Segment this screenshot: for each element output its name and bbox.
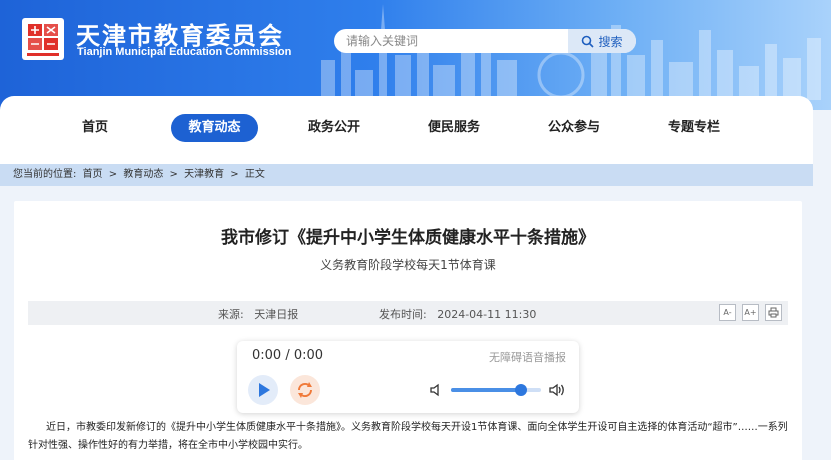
main-nav: 首页 教育动态 政务公开 便民服务 公众参与 专题专栏 — [0, 96, 813, 164]
nav-item-public-participation[interactable]: 公众参与 — [542, 114, 606, 142]
print-icon — [768, 307, 779, 318]
source-label: 来源: — [218, 308, 244, 321]
player-time: 0:00 / 0:00 — [252, 348, 324, 363]
search-button-label: 搜索 — [598, 34, 623, 49]
article-body: 近日，市教委印发新修订的《提升中小学生体质健康水平十条措施》。义务教育阶段学校每… — [28, 422, 788, 451]
date-value: 2024-04-11 11:30 — [437, 308, 537, 321]
source-value: 天津日报 — [254, 308, 299, 321]
font-increase-button[interactable]: A+ — [742, 304, 759, 321]
font-decrease-button[interactable]: A- — [719, 304, 736, 321]
nav-item-special-topics[interactable]: 专题专栏 — [662, 114, 726, 142]
volume-slider-thumb[interactable] — [515, 384, 528, 396]
volume-slider-fill — [451, 388, 522, 392]
nav-item-home[interactable]: 首页 — [72, 114, 118, 142]
volume-low-icon[interactable] — [429, 383, 443, 397]
print-button[interactable] — [765, 304, 782, 321]
article-date: 发布时间: 2024-04-11 11:30 — [379, 306, 536, 322]
breadcrumb: 您当前的位置: 首页 > 教育动态 > 天津教育 > 正文 — [0, 164, 813, 186]
article-meta-bar: 来源: 天津日报 发布时间: 2024-04-11 11:30 A- A+ — [28, 301, 788, 325]
date-label: 发布时间: — [379, 308, 427, 321]
breadcrumb-separator: > — [108, 169, 118, 180]
breadcrumb-tianjin-education[interactable]: 天津教育 — [184, 169, 224, 180]
breadcrumb-home[interactable]: 首页 — [83, 169, 103, 180]
breadcrumb-prefix: 您当前的位置: — [13, 169, 77, 180]
volume-slider[interactable] — [451, 384, 541, 396]
site-title-english: Tianjin Municipal Education Commission — [77, 46, 292, 58]
loop-icon — [297, 382, 313, 398]
breadcrumb-education-news[interactable]: 教育动态 — [123, 169, 163, 180]
nav-item-education-news[interactable]: 教育动态 — [171, 114, 258, 142]
loop-button[interactable] — [290, 375, 320, 405]
nav-item-public-services[interactable]: 便民服务 — [422, 114, 486, 142]
play-icon — [259, 383, 270, 397]
site-header: 天津市教育委员会 Tianjin Municipal Education Com… — [0, 0, 831, 110]
logo-emblem-icon — [25, 21, 61, 56]
search-input[interactable] — [334, 29, 566, 53]
breadcrumb-separator: > — [230, 169, 239, 180]
breadcrumb-current: 正文 — [244, 169, 265, 180]
search-icon — [582, 35, 595, 48]
nav-item-government-affairs[interactable]: 政务公开 — [302, 114, 366, 142]
article-title: 我市修订《提升中小学生体质健康水平十条措施》 — [221, 228, 595, 248]
accessibility-audio-label: 无障碍语音播报 — [489, 351, 566, 364]
article-source: 来源: 天津日报 — [218, 306, 298, 322]
search-button[interactable]: 搜索 — [568, 29, 636, 53]
article-subtitle: 义务教育阶段学校每天1节体育课 — [320, 258, 496, 272]
site-logo[interactable] — [22, 18, 64, 60]
breadcrumb-separator: > — [169, 169, 178, 180]
play-button[interactable] — [248, 375, 278, 405]
search-bar: 搜索 — [334, 29, 636, 53]
audio-player: 0:00 / 0:00 无障碍语音播报 — [237, 341, 579, 413]
volume-high-icon[interactable] — [548, 382, 566, 398]
article-card: 我市修订《提升中小学生体质健康水平十条措施》 义务教育阶段学校每天1节体育课 来… — [14, 201, 802, 460]
